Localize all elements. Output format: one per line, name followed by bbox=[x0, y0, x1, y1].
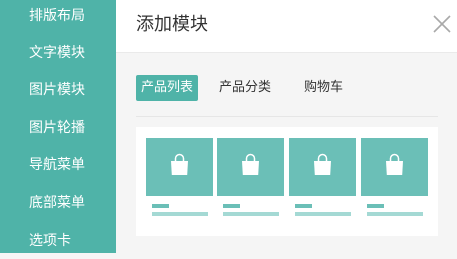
shopping-bag-icon bbox=[386, 153, 403, 175]
sidebar-item-text-module[interactable]: 文字模块 bbox=[0, 35, 116, 71]
product-price-placeholder bbox=[152, 212, 208, 216]
product-price-placeholder bbox=[223, 212, 279, 216]
product-image bbox=[361, 138, 428, 196]
product-image bbox=[217, 138, 284, 196]
sidebar-item-image-module[interactable]: 图片模块 bbox=[0, 72, 116, 108]
product-card[interactable] bbox=[217, 138, 284, 224]
product-price-placeholder bbox=[367, 212, 423, 216]
sidebar-item-tabs[interactable]: 选项卡 bbox=[0, 223, 116, 259]
product-price-placeholder bbox=[295, 212, 351, 216]
product-image bbox=[146, 138, 213, 196]
dialog-header: 添加模块 bbox=[116, 0, 457, 53]
product-title-placeholder bbox=[295, 204, 312, 208]
shopping-bag-icon bbox=[314, 153, 331, 175]
sidebar-item-footer-menu[interactable]: 底部菜单 bbox=[0, 185, 116, 221]
tab-shopping-cart[interactable]: 购物车 bbox=[299, 75, 348, 101]
shopping-bag-icon bbox=[242, 153, 259, 175]
product-title-placeholder bbox=[152, 204, 169, 208]
product-list-preview[interactable] bbox=[136, 127, 438, 236]
tabs-divider bbox=[136, 116, 438, 117]
product-card[interactable] bbox=[289, 138, 356, 224]
product-title-placeholder bbox=[367, 204, 384, 208]
close-icon[interactable] bbox=[432, 14, 452, 34]
sidebar-item-nav-menu[interactable]: 导航菜单 bbox=[0, 147, 116, 183]
dialog-title: 添加模块 bbox=[136, 14, 208, 35]
product-title-placeholder bbox=[223, 204, 240, 208]
product-card[interactable] bbox=[361, 138, 428, 224]
sidebar-item-image-carousel[interactable]: 图片轮播 bbox=[0, 110, 116, 146]
sidebar-item-layout[interactable]: 排版布局 bbox=[0, 0, 116, 34]
tab-product-category[interactable]: 产品分类 bbox=[214, 75, 276, 101]
product-image bbox=[289, 138, 356, 196]
shopping-bag-icon bbox=[171, 153, 188, 175]
product-card[interactable] bbox=[146, 138, 213, 224]
add-module-dialog: 添加模块 产品列表 产品分类 购物车 bbox=[116, 0, 457, 253]
module-sidebar: 排版布局 文字模块 图片模块 图片轮播 导航菜单 底部菜单 选项卡 bbox=[0, 0, 116, 253]
tab-product-list[interactable]: 产品列表 bbox=[136, 75, 199, 101]
